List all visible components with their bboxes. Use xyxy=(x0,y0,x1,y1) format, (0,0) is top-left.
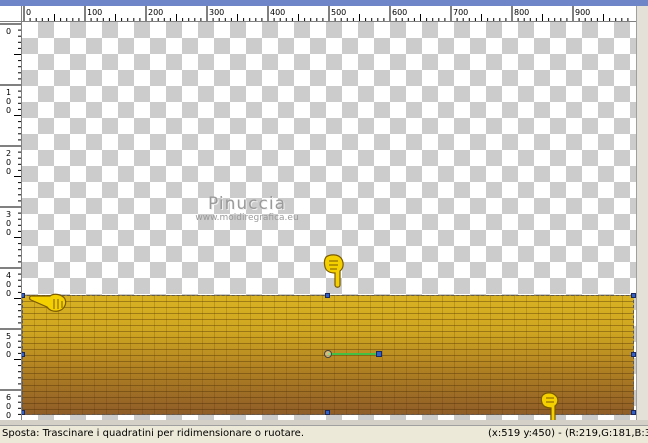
resize-handle-top-left[interactable] xyxy=(22,293,25,298)
pointing-hand-icon xyxy=(323,254,344,288)
ruler-label: 0 xyxy=(6,228,11,237)
ruler-label: 0 xyxy=(6,219,11,228)
ruler-label: 0 xyxy=(6,280,11,289)
ruler-label: 200 xyxy=(148,8,163,17)
ruler-label: 0 xyxy=(6,411,11,420)
rotation-pivot[interactable] xyxy=(324,350,332,358)
status-bar: Sposta: Trascinare i quadratini per ridi… xyxy=(0,425,648,443)
ruler-label: 4 xyxy=(6,271,11,280)
vertical-ruler: 0100200300400500600 xyxy=(0,22,22,420)
pointing-hand-icon xyxy=(540,392,559,420)
ruler-label: 300 xyxy=(209,8,224,17)
ruler-label: 0 xyxy=(6,289,11,298)
ruler-label: 0 xyxy=(6,350,11,359)
rotation-handle[interactable] xyxy=(376,351,382,357)
rotation-arm xyxy=(328,353,380,355)
vertical-scrollbar[interactable] xyxy=(636,6,648,420)
resize-handle-bottom-right[interactable] xyxy=(631,410,636,415)
watermark-url: www.moidiregrafica.eu xyxy=(195,213,299,223)
ruler-label: 0 xyxy=(6,97,11,106)
ruler-label: 100 xyxy=(87,8,102,17)
resize-handle-middle-right[interactable] xyxy=(631,352,636,357)
ruler-label: 0 xyxy=(6,27,11,36)
watermark: Pinuccia www.moidiregrafica.eu xyxy=(182,194,312,223)
status-coordinates: (x:519 y:450) - (R:219,G:181,B:37 xyxy=(488,428,648,439)
resize-handle-bottom-left[interactable] xyxy=(22,410,25,415)
ruler-label: 0 xyxy=(6,341,11,350)
resize-handle-top-middle[interactable] xyxy=(325,293,330,298)
ruler-label: 800 xyxy=(514,8,529,17)
ruler-label: 1 xyxy=(6,88,11,97)
ruler-label: 700 xyxy=(453,8,468,17)
ruler-label: 0 xyxy=(26,8,31,17)
status-message: Sposta: Trascinare i quadratini per ridi… xyxy=(2,428,304,439)
ruler-label: 6 xyxy=(6,393,11,402)
ruler-label: 600 xyxy=(392,8,407,17)
resize-handle-middle-left[interactable] xyxy=(22,352,25,357)
horizontal-ruler-ticks: 0 100 200 300 400 500 600 700 800 900 xyxy=(23,6,629,21)
ruler-label: 500 xyxy=(331,8,346,17)
ruler-corner xyxy=(0,6,22,22)
vertical-ruler-ticks: 0100200300400500600 xyxy=(0,23,21,420)
pointing-hand-icon xyxy=(28,293,67,312)
ruler-label: 0 xyxy=(6,106,11,115)
horizontal-ruler: 0 100 200 300 400 500 600 700 800 900 xyxy=(22,6,636,22)
ruler-label: 0 xyxy=(6,402,11,411)
ruler-label: 5 xyxy=(6,332,11,341)
ruler-label: 400 xyxy=(270,8,285,17)
ruler-label: 900 xyxy=(575,8,590,17)
resize-handle-top-right[interactable] xyxy=(631,293,636,298)
image-canvas[interactable]: Pinuccia www.moidiregrafica.eu xyxy=(22,22,636,420)
resize-handle-bottom-middle[interactable] xyxy=(325,410,330,415)
ruler-label: 2 xyxy=(6,149,11,158)
ruler-label: 0 xyxy=(6,158,11,167)
watermark-name: Pinuccia xyxy=(208,194,286,214)
ruler-label: 0 xyxy=(6,167,11,176)
ruler-label: 3 xyxy=(6,210,11,219)
